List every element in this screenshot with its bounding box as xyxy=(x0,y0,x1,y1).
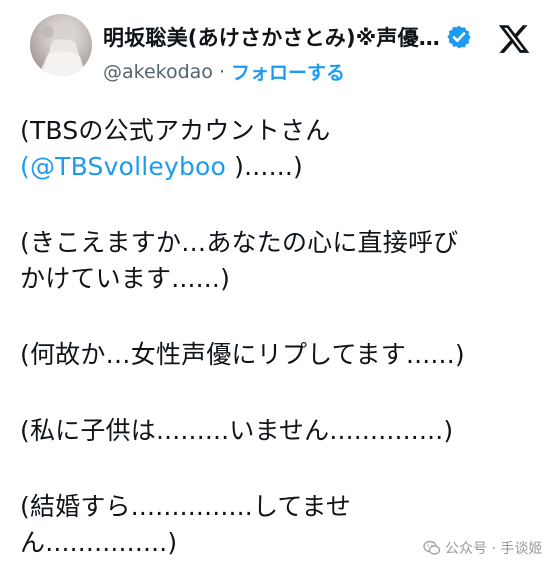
author-handle-row: @akekodao · フォローする xyxy=(103,58,345,85)
tweet-line: ん...............) xyxy=(20,528,178,557)
tweet-paragraph-2: (きこえますか…あなたの心に直接呼び かけています......) xyxy=(20,225,545,297)
x-logo-icon[interactable] xyxy=(497,22,531,56)
tweet-text: (TBSの公式アカウントさん (@TBSvolleyboo )......) (… xyxy=(20,113,545,561)
verified-badge-icon xyxy=(446,24,472,50)
tweet-header: 明坂聡美(あけさかさとみ)※声優… @akekodao · フォローする xyxy=(0,0,559,104)
tweet-paragraph-4: (私に子供は.........いません..............) xyxy=(20,413,545,449)
tweet-line: (何故か…女性声優にリプしてます......) xyxy=(20,340,465,369)
tweet-line: (TBSの公式アカウントさん xyxy=(20,116,331,145)
tweet-line: (結婚すら...............してませ xyxy=(20,492,352,521)
tweet-paragraph-1: (TBSの公式アカウントさん (@TBSvolleyboo )......) xyxy=(20,113,545,185)
mention-link[interactable]: (@TBSvolleyboo xyxy=(20,152,226,181)
separator-dot: · xyxy=(218,60,225,83)
avatar[interactable] xyxy=(30,14,92,76)
tweet-card: 明坂聡美(あけさかさとみ)※声優… @akekodao · フォローする (TB… xyxy=(0,0,559,576)
watermark-text: 公众号 · 手谈姬 xyxy=(445,541,543,557)
tweet-line: )......) xyxy=(226,152,303,181)
author-display-name[interactable]: 明坂聡美(あけさかさとみ)※声優… xyxy=(103,22,440,52)
tweet-paragraph-3: (何故か…女性声優にリプしてます......) xyxy=(20,337,545,373)
wechat-icon xyxy=(423,539,441,557)
author-name-row: 明坂聡美(あけさかさとみ)※声優… xyxy=(103,20,472,54)
avatar-photo-icon xyxy=(38,24,86,76)
watermark: 公众号 · 手谈姬 xyxy=(423,538,542,558)
tweet-line: (きこえますか…あなたの心に直接呼び xyxy=(20,228,459,257)
author-handle[interactable]: @akekodao xyxy=(103,61,213,83)
tweet-line: かけています......) xyxy=(20,264,231,293)
follow-button[interactable]: フォローする xyxy=(231,58,345,85)
tweet-line: (私に子供は.........いません..............) xyxy=(20,416,454,445)
